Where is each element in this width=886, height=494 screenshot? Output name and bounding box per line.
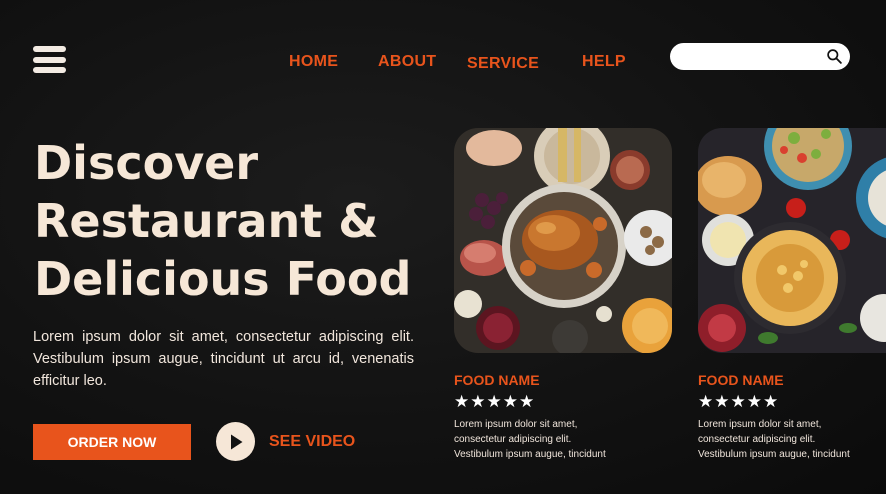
nav-link-home[interactable]: HOME [289, 53, 338, 71]
hero-description: Lorem ipsum dolor sit amet, consectetur … [33, 329, 414, 389]
hero-title-line: Restaurant & [34, 194, 379, 248]
nav-link-service[interactable]: SERVICE [467, 55, 539, 73]
order-now-button[interactable]: ORDER NOW [33, 424, 191, 460]
food-description-line: Lorem ipsum dolor sit amet, [698, 419, 822, 430]
food-description: Lorem ipsum dolor sit amet, consectetur … [698, 417, 886, 462]
food-description-line: Vestibulum ipsum augue, tincidunt [698, 449, 850, 460]
food-card[interactable]: FOOD NAME ★★★★★ Lorem ipsum dolor sit am… [454, 128, 672, 460]
menu-bar [33, 67, 66, 73]
see-video-label: SEE VIDEO [269, 432, 356, 450]
food-name: FOOD NAME [454, 372, 540, 388]
hero-title-line: Delicious Food [34, 252, 412, 306]
menu-bar [33, 46, 66, 52]
play-button-circle[interactable] [216, 422, 255, 461]
search-icon[interactable] [826, 48, 843, 65]
search-input[interactable] [684, 48, 828, 67]
food-image-roast-chicken[interactable] [454, 128, 672, 353]
hero-title-line: Discover [34, 136, 259, 190]
food-description: Lorem ipsum dolor sit amet, consectetur … [454, 417, 644, 462]
play-icon [230, 434, 242, 449]
food-image-hummus[interactable] [698, 128, 886, 353]
food-description-line: consectetur adipiscing elit. [698, 434, 816, 445]
rating-stars-icon: ★★★★★ [454, 392, 536, 412]
food-photo [454, 128, 672, 353]
menu-bar [33, 56, 66, 63]
nav-link-help[interactable]: HELP [582, 53, 626, 71]
search-bar [670, 43, 850, 70]
food-name: FOOD NAME [698, 372, 784, 388]
see-video-button[interactable]: SEE VIDEO [216, 422, 355, 461]
food-description-line: consectetur adipiscing elit. [454, 434, 572, 445]
nav-link-about[interactable]: ABOUT [378, 53, 436, 71]
food-description-line: Lorem ipsum dolor sit amet, [454, 419, 578, 430]
food-description-line: Vestibulum ipsum augue, tincidunt [454, 449, 606, 460]
rating-stars-icon: ★★★★★ [698, 392, 780, 412]
hamburger-menu-icon[interactable] [33, 46, 66, 73]
food-card[interactable]: FOOD NAME ★★★★★ Lorem ipsum dolor sit am… [698, 128, 886, 460]
hero-title: Discover Restaurant & Delicious Food [34, 134, 444, 308]
food-photo [698, 128, 886, 353]
